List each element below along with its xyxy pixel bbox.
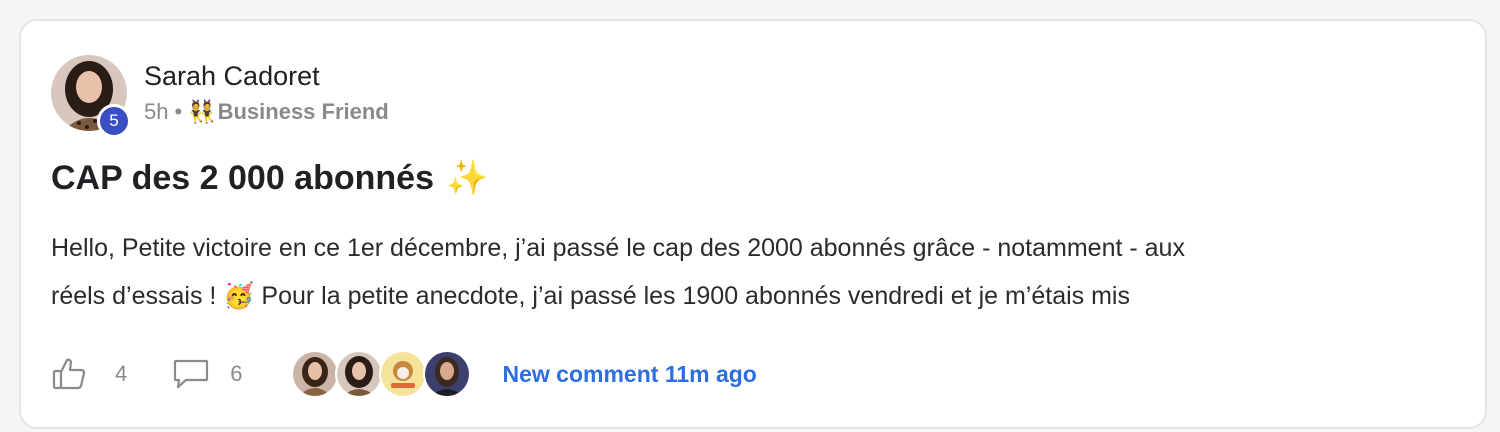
post-subline: 5h • 👯 Business Friend: [144, 95, 389, 129]
dancers-icon: 👯: [188, 99, 216, 124]
separator-dot: •: [174, 99, 183, 124]
like-count: 4: [115, 361, 128, 386]
post-header: 5 Sarah Cadoret 5h • 👯 Business Friend: [51, 55, 389, 138]
commenter-avatar[interactable]: [422, 350, 471, 398]
thumbs-up-icon[interactable]: [51, 356, 87, 392]
new-comment-link[interactable]: New comment 11m ago: [503, 361, 757, 388]
like-button[interactable]: 4: [51, 356, 127, 392]
commenter-avatar[interactable]: [378, 350, 427, 398]
post-time: 5h: [144, 99, 169, 124]
commenter-avatar[interactable]: [290, 350, 339, 398]
post-meta: Sarah Cadoret 5h • 👯 Business Friend: [144, 55, 389, 135]
post-card[interactable]: 5 Sarah Cadoret 5h • 👯 Business Friend C…: [19, 19, 1487, 429]
post-body-line: Hello, Petite victoire en ce 1er décembr…: [51, 234, 1185, 262]
party-face-icon: 🥳: [223, 282, 255, 310]
sparkles-icon: ✨: [445, 159, 489, 197]
commenter-avatars[interactable]: [290, 350, 471, 398]
level-badge: 5: [97, 104, 131, 138]
post-title-text: CAP des 2 000 abonnés: [51, 159, 434, 197]
group-category[interactable]: Business Friend: [218, 95, 389, 129]
commenter-avatar[interactable]: [334, 350, 383, 398]
comment-bubble-icon[interactable]: [172, 357, 210, 391]
post-body-text: réels d’essais !: [51, 282, 217, 310]
comment-count: 6: [230, 361, 243, 386]
author-name[interactable]: Sarah Cadoret: [144, 57, 389, 95]
post-body-text: Pour la petite anecdote, j’ai passé les …: [261, 282, 1130, 310]
post-body-line: réels d’essais ! 🥳 Pour la petite anecdo…: [51, 272, 1451, 320]
author-avatar-wrap[interactable]: 5: [51, 55, 131, 138]
post-body[interactable]: Hello, Petite victoire en ce 1er décembr…: [51, 224, 1451, 320]
post-title[interactable]: CAP des 2 000 abonnés ✨: [51, 153, 488, 203]
post-footer: 4 6 New comment 11m ago: [51, 349, 757, 399]
comment-button[interactable]: 6: [172, 357, 243, 391]
